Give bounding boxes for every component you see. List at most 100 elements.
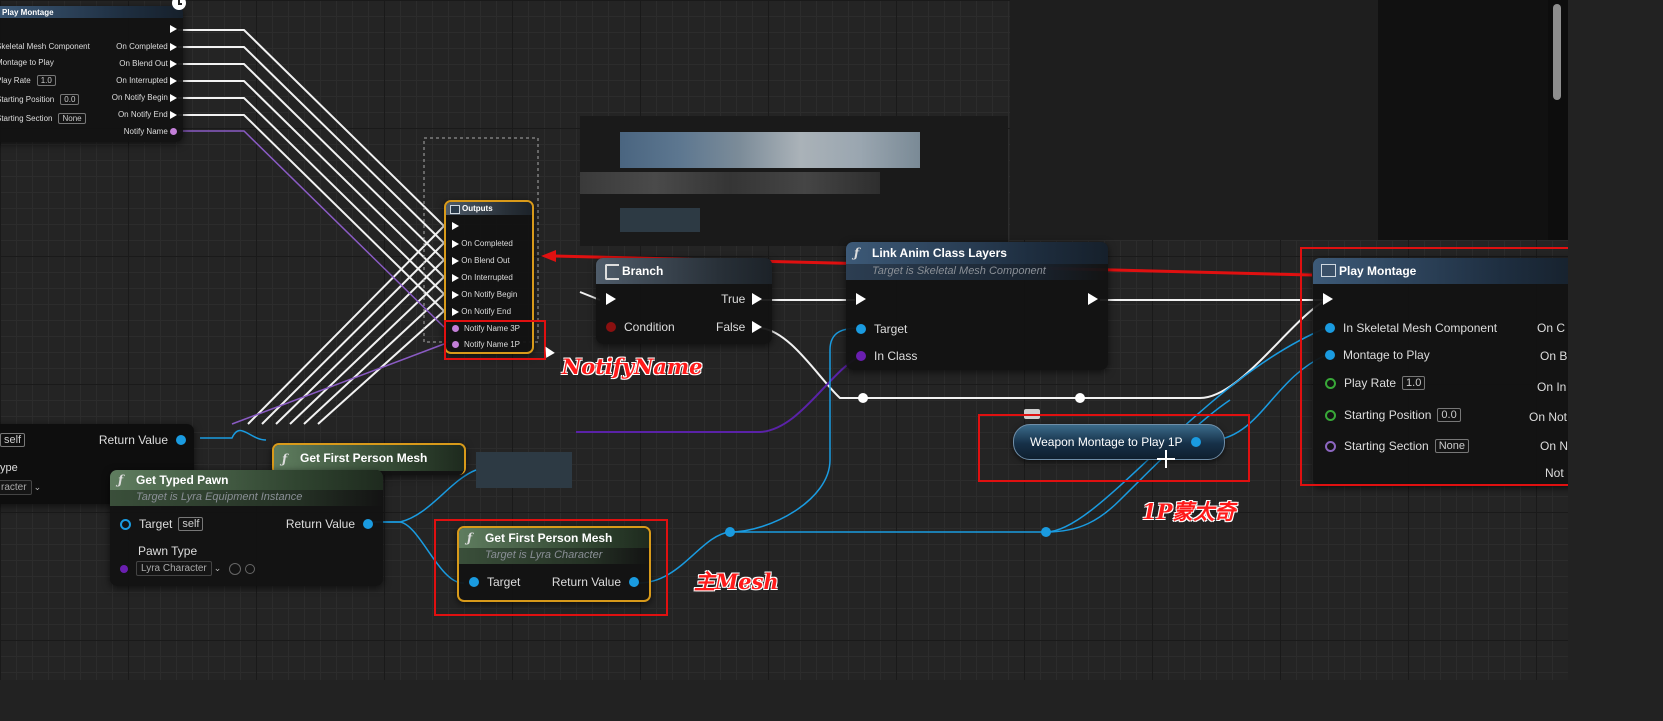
output-notify-name[interactable]: Notify Name (124, 127, 177, 136)
exec-pin-icon[interactable] (452, 290, 459, 299)
reroute-exec-1[interactable] (858, 393, 868, 403)
exec-pin-icon[interactable] (1088, 293, 1098, 305)
input-starting-section[interactable]: Starting Section None (1325, 439, 1470, 453)
exec-pin-icon[interactable] (452, 222, 459, 230)
output-on-blend-out[interactable]: On Blend Out (119, 59, 177, 68)
exec-pin-icon[interactable] (452, 256, 459, 265)
typed-pawn-return[interactable]: Return Value (286, 517, 373, 531)
output-on-notify-begin[interactable]: On Not (1529, 410, 1567, 424)
pin-on-interrupted[interactable]: On Interrupted (452, 273, 513, 282)
outputs-node[interactable]: Outputs On Completed On Blend Out On Int… (444, 200, 534, 354)
get-first-person-mesh-node[interactable]: ƒ Get First Person Mesh Target is Lyra C… (457, 526, 651, 602)
play-rate-value[interactable]: 1.0 (36, 75, 56, 86)
float-pin-icon[interactable] (1325, 377, 1336, 389)
name-pin-icon[interactable] (170, 128, 177, 135)
input-starting-position[interactable]: Starting Position 0.0 (0, 94, 80, 105)
pin-notify-name-3p[interactable]: Notify Name 3P (452, 324, 520, 333)
exec-pin-icon[interactable] (170, 42, 177, 51)
input-skeletal-mesh[interactable]: Skeletal Mesh Component (0, 42, 90, 51)
output-exec[interactable] (170, 25, 177, 33)
exec-pin-icon[interactable] (606, 293, 616, 305)
input-play-rate[interactable]: Play Rate 1.0 (1325, 376, 1426, 390)
partial-self-input[interactable]: self (0, 433, 26, 447)
exec-pin-icon[interactable] (170, 93, 177, 102)
pin-exec[interactable] (452, 222, 459, 230)
partial-return-value[interactable]: Return Value (99, 433, 186, 447)
exec-pin-icon[interactable] (452, 239, 459, 248)
object-pin-icon[interactable] (1325, 323, 1335, 333)
input-in-skeletal-mesh-component[interactable]: In Skeletal Mesh Component (1325, 321, 1497, 335)
link-in-class[interactable]: In Class (856, 349, 917, 363)
search-icon[interactable] (245, 563, 256, 574)
output-on-interrupted[interactable]: On Interrupted (116, 76, 177, 85)
weapon-montage-variable-node[interactable]: Weapon Montage to Play 1P (1013, 424, 1225, 460)
pin-on-completed[interactable]: On Completed (452, 239, 513, 248)
object-pin-icon[interactable] (1190, 437, 1201, 447)
pin-on-notify-end[interactable]: On Notify End (452, 307, 511, 316)
exec-pin-icon[interactable] (170, 25, 177, 33)
reroute-object-2[interactable] (1041, 527, 1051, 537)
partial-type-dropdown[interactable]: racter ⌄ (0, 480, 41, 495)
object-pin-icon[interactable] (120, 518, 131, 530)
branch-node[interactable]: Branch Condition True False (596, 258, 772, 344)
name-pin-icon[interactable] (452, 325, 459, 332)
exec-pin-icon[interactable] (170, 59, 177, 68)
output-notify-name[interactable]: Not (1545, 466, 1564, 480)
self-value[interactable]: self (178, 517, 204, 531)
link-anim-class-layers-node[interactable]: ƒ Link Anim Class Layers Target is Skele… (846, 242, 1108, 370)
blueprint-graph-canvas[interactable]: Play Montage Skeletal Mesh Component Mon… (0, 0, 1568, 680)
input-starting-position[interactable]: Starting Position 0.0 (1325, 408, 1461, 422)
object-pin-icon[interactable] (856, 324, 866, 334)
branch-true[interactable]: True (721, 292, 762, 306)
input-montage-to-play[interactable]: Montage to Play (1325, 348, 1430, 362)
link-exec-in[interactable] (856, 293, 866, 305)
object-pin-icon[interactable] (469, 577, 479, 587)
name-pin-icon[interactable] (1325, 440, 1336, 452)
class-pin-icon[interactable] (120, 564, 128, 573)
get-typed-pawn-node[interactable]: ƒ Get Typed Pawn Target is Lyra Equipmen… (110, 470, 383, 586)
typed-pawn-type-field[interactable]: Lyra Character ⌄ (120, 561, 256, 576)
object-pin-icon[interactable] (176, 435, 186, 445)
output-on-interrupted[interactable]: On In (1537, 380, 1566, 394)
starting-position-value[interactable]: 0.0 (60, 94, 80, 105)
play-montage-exec-in[interactable] (1323, 293, 1333, 305)
pawn-type-dropdown[interactable]: Lyra Character (136, 561, 212, 576)
starting-section-field[interactable]: None (1434, 439, 1470, 453)
link-exec-out[interactable] (1088, 293, 1098, 305)
output-on-completed[interactable]: On C (1537, 321, 1565, 335)
exec-pin-icon[interactable] (452, 307, 459, 316)
reroute-object-1[interactable] (725, 527, 735, 537)
exec-pin-icon[interactable] (1323, 293, 1333, 305)
output-on-notify-end[interactable]: On Notify End (118, 110, 177, 119)
exec-pin-icon[interactable] (452, 273, 459, 282)
play-montage-node-top[interactable]: Play Montage Skeletal Mesh Component Mon… (0, 6, 183, 142)
exec-pin-icon[interactable] (752, 321, 762, 333)
pin-on-notify-begin[interactable]: On Notify Begin (452, 290, 517, 299)
starting-section-value[interactable]: None (58, 113, 86, 124)
play-rate-field[interactable]: 1.0 (1402, 376, 1426, 390)
exec-pin-icon[interactable] (856, 293, 866, 305)
reroute-exec-2[interactable] (1075, 393, 1085, 403)
link-target[interactable]: Target (856, 322, 907, 336)
input-montage[interactable]: Montage to Play (0, 58, 54, 67)
float-pin-icon[interactable] (1325, 409, 1336, 421)
branch-false[interactable]: False (716, 320, 762, 334)
branch-exec-in[interactable] (606, 293, 616, 305)
exec-pin-icon[interactable] (170, 110, 177, 119)
output-on-notify-begin[interactable]: On Notify Begin (112, 93, 177, 102)
browse-icon[interactable] (229, 562, 242, 575)
branch-condition[interactable]: Condition (606, 320, 675, 334)
object-pin-icon[interactable] (1325, 350, 1335, 360)
dropdown-value[interactable]: racter (0, 480, 32, 495)
input-play-rate[interactable]: Play Rate 1.0 (0, 75, 56, 86)
object-pin-icon[interactable] (629, 577, 639, 587)
output-on-blend-out[interactable]: On B (1540, 349, 1567, 363)
self-value[interactable]: self (0, 433, 26, 447)
fpm-target[interactable]: Target (469, 575, 520, 589)
input-starting-section[interactable]: Starting Section None (0, 113, 86, 124)
node-comment-bubble-icon[interactable] (1024, 409, 1040, 419)
exec-pin-icon[interactable] (170, 76, 177, 85)
typed-pawn-target[interactable]: Target self (120, 517, 204, 531)
pin-on-blend-out[interactable]: On Blend Out (452, 256, 510, 265)
bool-pin-icon[interactable] (606, 322, 616, 332)
